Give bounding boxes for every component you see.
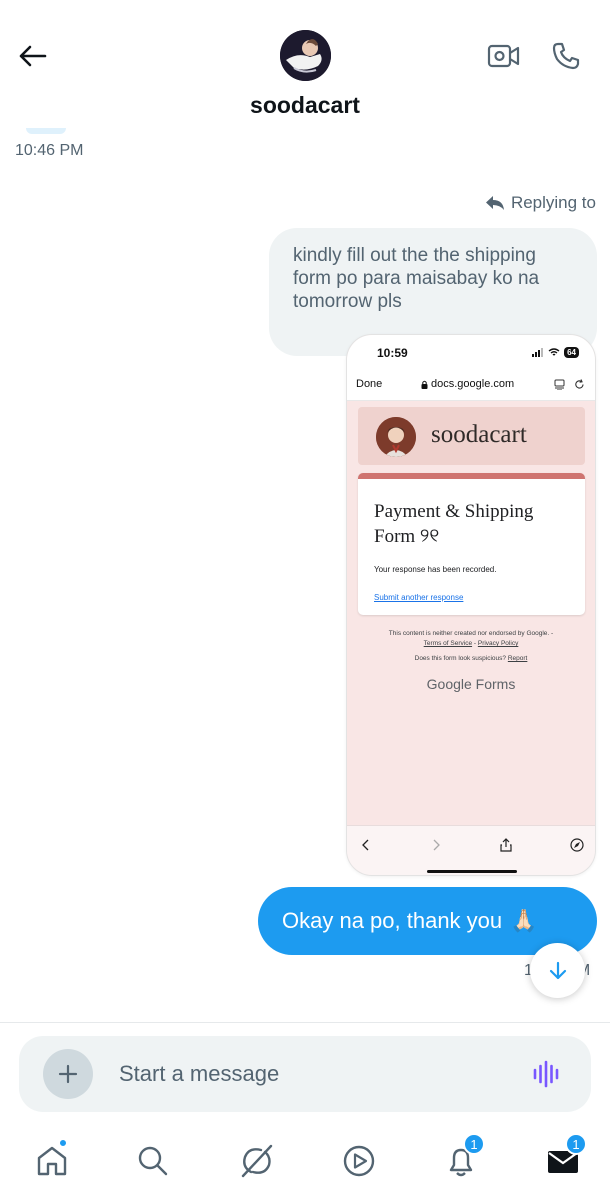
screenshot-status-icons: 64 bbox=[532, 347, 579, 358]
phone-call-icon bbox=[552, 42, 580, 70]
screenshot-url-text: docs.google.com bbox=[431, 378, 515, 390]
nav-grok[interactable] bbox=[237, 1141, 277, 1181]
form-title: Payment & Shipping Form ୨୧ bbox=[374, 501, 534, 547]
form-response-message: Your response has been recorded. bbox=[374, 565, 497, 574]
previous-message-bubble[interactable] bbox=[26, 128, 66, 134]
nav-search[interactable] bbox=[133, 1141, 173, 1181]
screenshot-status-bar: 10:59 64 bbox=[347, 335, 595, 371]
pray-emoji: 🙏🏻 bbox=[510, 908, 538, 933]
plus-icon bbox=[58, 1064, 78, 1084]
avatar[interactable] bbox=[280, 30, 331, 81]
home-notification-dot bbox=[58, 1138, 68, 1148]
browser-compass-icon bbox=[568, 836, 586, 854]
disclaimer-text: This content is neither created nor endo… bbox=[388, 630, 554, 637]
attached-screenshot[interactable]: 10:59 64 Done docs.google.com soodacart … bbox=[346, 334, 596, 876]
browser-share-icon bbox=[497, 836, 515, 854]
screenshot-status-time: 10:59 bbox=[377, 346, 408, 360]
reply-icon bbox=[485, 196, 504, 210]
form-confirmation-card: Payment & Shipping Form ୨୧ Your response… bbox=[358, 473, 585, 615]
battery-indicator: 64 bbox=[564, 347, 579, 358]
message-input[interactable] bbox=[119, 1056, 499, 1092]
back-arrow-icon bbox=[19, 45, 47, 67]
video-call-icon bbox=[487, 44, 520, 68]
reload-icon bbox=[575, 379, 584, 389]
replying-indicator[interactable]: Replying to bbox=[485, 193, 596, 213]
replying-label: Replying to bbox=[510, 193, 596, 212]
notifications-badge: 1 bbox=[463, 1133, 485, 1155]
voice-waveform-icon bbox=[533, 1060, 559, 1088]
messages-badge: 1 bbox=[565, 1133, 587, 1155]
cellular-signal-icon bbox=[532, 348, 544, 357]
conversation-header: soodacart bbox=[0, 0, 610, 132]
lock-icon bbox=[421, 380, 428, 389]
nav-home[interactable] bbox=[32, 1138, 72, 1181]
banner-avatar-image bbox=[376, 417, 416, 457]
nav-video[interactable] bbox=[339, 1141, 379, 1181]
composer-divider bbox=[0, 1022, 610, 1023]
form-disclaimer: This content is neither created nor endo… bbox=[388, 630, 554, 647]
nav-notifications[interactable]: 1 bbox=[441, 1133, 485, 1181]
message-timestamp: 10:46 PM bbox=[15, 142, 84, 159]
scroll-to-bottom-button[interactable] bbox=[530, 943, 585, 998]
google-forms-logo: Google Forms bbox=[426, 676, 516, 692]
suspicious-text: Does this form look suspicious? bbox=[414, 655, 507, 662]
form-banner: soodacart bbox=[358, 407, 585, 465]
search-icon bbox=[138, 1146, 168, 1176]
message-composer bbox=[19, 1036, 591, 1112]
wifi-icon bbox=[548, 348, 560, 356]
form-banner-avatar bbox=[376, 417, 416, 457]
home-icon bbox=[37, 1146, 67, 1176]
reader-icon bbox=[554, 379, 565, 390]
form-banner-name: soodacart bbox=[431, 421, 527, 448]
grok-icon bbox=[241, 1144, 273, 1178]
avatar-image bbox=[280, 30, 331, 81]
phone-call-button[interactable] bbox=[548, 38, 584, 74]
back-button[interactable] bbox=[14, 38, 50, 74]
home-indicator bbox=[427, 870, 517, 873]
browser-forward-icon bbox=[427, 836, 445, 854]
screenshot-url: docs.google.com bbox=[421, 378, 514, 390]
video-call-button[interactable] bbox=[486, 38, 522, 74]
submit-another-link: Submit another response bbox=[374, 593, 464, 602]
video-icon bbox=[343, 1145, 375, 1177]
bottom-navigation: 1 1 bbox=[0, 1133, 610, 1195]
screenshot-url-bar: Done docs.google.com bbox=[347, 371, 595, 401]
voice-message-button[interactable] bbox=[529, 1058, 565, 1090]
add-media-button[interactable] bbox=[43, 1049, 93, 1099]
sent-message-text: Okay na po, thank you bbox=[282, 908, 503, 933]
screenshot-done-label: Done bbox=[356, 378, 383, 390]
form-suspicious-line: Does this form look suspicious? Report bbox=[347, 655, 595, 662]
chat-title[interactable]: soodacart bbox=[0, 92, 610, 119]
terms-link: Terms of Service bbox=[423, 640, 473, 647]
screenshot-browser-toolbar bbox=[347, 825, 595, 875]
privacy-link: Privacy Policy bbox=[477, 640, 519, 647]
report-link: Report bbox=[507, 655, 528, 662]
nav-messages[interactable]: 1 bbox=[543, 1133, 587, 1181]
arrow-down-icon bbox=[549, 961, 566, 979]
browser-back-icon bbox=[357, 836, 375, 854]
